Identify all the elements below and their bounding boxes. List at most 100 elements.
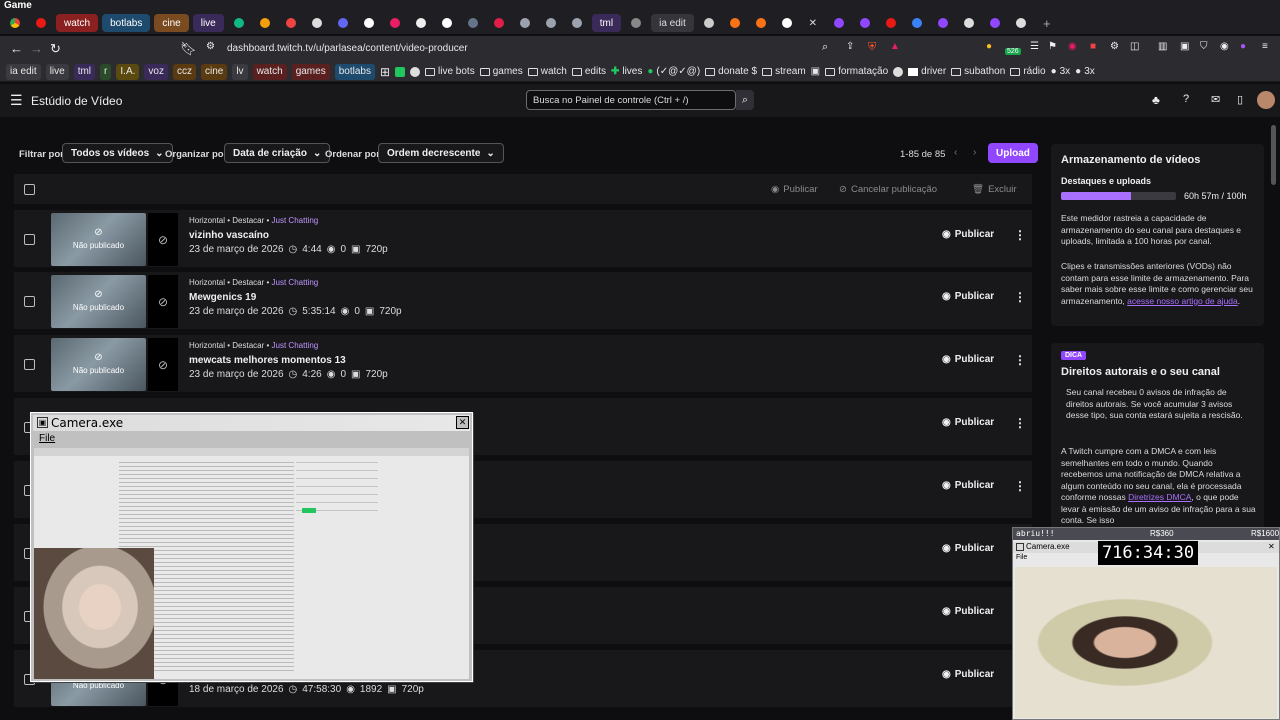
- tab-item[interactable]: [488, 14, 510, 32]
- bulk-publish-button[interactable]: ◉ Publicar: [771, 184, 818, 195]
- tab-item[interactable]: [358, 14, 380, 32]
- tab-item[interactable]: [698, 14, 720, 32]
- bookmark-item[interactable]: botlabs: [334, 63, 375, 80]
- publish-button[interactable]: ◉ Publicar: [942, 229, 994, 240]
- extension-icon[interactable]: ■: [1090, 41, 1096, 52]
- tab-youtube[interactable]: [30, 14, 52, 32]
- bookmark-folder[interactable]: ● 3x: [1075, 64, 1095, 80]
- publish-button[interactable]: ◉ Publicar: [942, 354, 994, 365]
- tab-item[interactable]: [724, 14, 746, 32]
- bookmark-item[interactable]: voz: [144, 63, 168, 80]
- order-dropdown[interactable]: Ordem decrescente ⌄: [378, 143, 504, 163]
- vpn-icon[interactable]: ◉: [1220, 41, 1229, 52]
- more-options-icon[interactable]: ⋮: [1014, 353, 1026, 367]
- camera-close-button[interactable]: ✕: [456, 416, 469, 429]
- tab-item[interactable]: [932, 14, 954, 32]
- extension-icon[interactable]: ⚑: [1048, 41, 1057, 52]
- tab-item[interactable]: [332, 14, 354, 32]
- category-link[interactable]: Just Chatting: [272, 278, 319, 287]
- rewards-icon[interactable]: ▲: [890, 41, 900, 52]
- extension-icon[interactable]: ◫: [1130, 41, 1139, 52]
- video-thumbnail[interactable]: ⊘ Não publicado: [51, 213, 146, 266]
- category-link[interactable]: Just Chatting: [272, 216, 319, 225]
- tab-item[interactable]: [540, 14, 562, 32]
- tab-item[interactable]: [306, 14, 328, 32]
- forward-icon[interactable]: →: [30, 41, 43, 56]
- scrollbar[interactable]: [1271, 125, 1276, 185]
- bookmark-item[interactable]: games: [291, 63, 330, 80]
- publish-button[interactable]: ◉ Publicar: [942, 669, 994, 680]
- hamburger-menu-icon[interactable]: ☰: [10, 92, 23, 109]
- tab-watch[interactable]: watch: [56, 14, 99, 32]
- shield-icon[interactable]: ⛉: [1200, 41, 1208, 52]
- tab-item[interactable]: [1010, 14, 1032, 32]
- bookmark-folder[interactable]: driver: [908, 64, 946, 80]
- bookmark-item[interactable]: ccz: [172, 63, 196, 80]
- bookmark-item[interactable]: I.A.: [116, 63, 140, 80]
- bookmark-item[interactable]: lv: [232, 63, 248, 80]
- reload-icon[interactable]: ↻: [50, 41, 61, 57]
- bookmark-folder[interactable]: games: [479, 64, 523, 80]
- more-options-icon[interactable]: ⋮: [1014, 416, 1026, 430]
- bookmark-item[interactable]: r: [100, 63, 112, 80]
- brave-shield-icon[interactable]: ⛨: [868, 41, 876, 54]
- upload-button[interactable]: Upload: [988, 143, 1038, 163]
- camera2-close-button[interactable]: ✕: [1268, 542, 1275, 551]
- bookmark-item[interactable]: tml: [73, 63, 96, 80]
- camera2-menu-file[interactable]: File: [1016, 554, 1027, 561]
- bookmark-item[interactable]: live: [45, 63, 69, 80]
- bookmark-folder[interactable]: ✚ lives: [611, 64, 642, 80]
- video-title[interactable]: vizinho vascaíno: [189, 230, 269, 241]
- bookmark-item[interactable]: cine: [200, 63, 228, 80]
- tab-item[interactable]: [828, 14, 850, 32]
- dmca-link[interactable]: Diretrizes DMCA: [1128, 492, 1191, 502]
- site-settings-icon[interactable]: ⚙: [206, 41, 215, 52]
- bookmark-folder[interactable]: edits: [571, 64, 606, 80]
- extension-icon[interactable]: ⚙: [1110, 41, 1119, 52]
- category-link[interactable]: Just Chatting: [272, 341, 319, 350]
- camera-menu-file[interactable]: File: [39, 433, 55, 444]
- bookmark-icon-item[interactable]: ▣: [811, 64, 820, 80]
- tab-item[interactable]: [750, 14, 772, 32]
- extension-icon[interactable]: ◉: [1068, 41, 1077, 52]
- new-tab-button[interactable]: +: [1036, 14, 1058, 32]
- apps-grid-icon[interactable]: ⊞: [380, 64, 390, 80]
- next-page-icon[interactable]: ›: [973, 147, 976, 158]
- avatar[interactable]: [1257, 91, 1275, 109]
- tab-item[interactable]: [254, 14, 276, 32]
- extension-icon[interactable]: ●: [986, 41, 992, 52]
- bookmark-item[interactable]: ia edit: [6, 63, 41, 80]
- video-thumbnail[interactable]: ⊘ Não publicado: [51, 275, 146, 328]
- video-row[interactable]: ⊘ Não publicado ⊘ Horizontal • Destacar • J…: [14, 335, 1032, 395]
- publish-button[interactable]: ◉ Publicar: [942, 543, 994, 554]
- bulk-delete-button[interactable]: 🗑︎ Excluir: [972, 184, 1017, 195]
- tab-chrome[interactable]: [4, 14, 26, 32]
- bookmark-icon-item[interactable]: [893, 64, 904, 80]
- video-row[interactable]: ⊘ Não publicado ⊘ Horizontal • Destacar • J…: [14, 272, 1032, 332]
- bulk-unpublish-button[interactable]: ⊘ Cancelar publicação: [839, 184, 937, 195]
- menu-icon[interactable]: ≡: [1262, 41, 1268, 52]
- publish-button[interactable]: ◉ Publicar: [942, 417, 994, 428]
- tab-item[interactable]: [436, 14, 458, 32]
- tab-item[interactable]: [625, 14, 647, 32]
- tab-current[interactable]: ✕: [802, 14, 824, 32]
- back-icon[interactable]: ←: [10, 41, 23, 56]
- video-row[interactable]: ⊘ Não publicado ⊘ Horizontal • Destacar • J…: [14, 210, 1032, 270]
- url-field[interactable]: dashboard.twitch.tv/u/parlasea/content/v…: [227, 43, 468, 54]
- filter-dropdown[interactable]: Todos os vídeos ⌄: [62, 143, 173, 163]
- row-checkbox[interactable]: [24, 234, 35, 245]
- bookmark-folder[interactable]: ● 3x: [1051, 64, 1071, 80]
- bookmark-icon-item[interactable]: [395, 64, 406, 80]
- tab-item[interactable]: [514, 14, 536, 32]
- camera-window[interactable]: ▣ Camera.exe ✕ File: [30, 412, 473, 682]
- tab-cine[interactable]: cine: [154, 14, 189, 32]
- tab-item[interactable]: [410, 14, 432, 32]
- tab-item[interactable]: [280, 14, 302, 32]
- help-article-link[interactable]: acesse nosso artigo de ajuda: [1127, 296, 1238, 306]
- profile-icon[interactable]: ●: [1240, 41, 1246, 52]
- bookmark-folder[interactable]: stream: [762, 64, 806, 80]
- search-button[interactable]: ⌕: [736, 90, 754, 110]
- bookmark-icon-item[interactable]: [410, 64, 421, 80]
- publish-button[interactable]: ◉ Publicar: [942, 291, 994, 302]
- bookmark-icon[interactable]: 🔖︎: [180, 41, 197, 57]
